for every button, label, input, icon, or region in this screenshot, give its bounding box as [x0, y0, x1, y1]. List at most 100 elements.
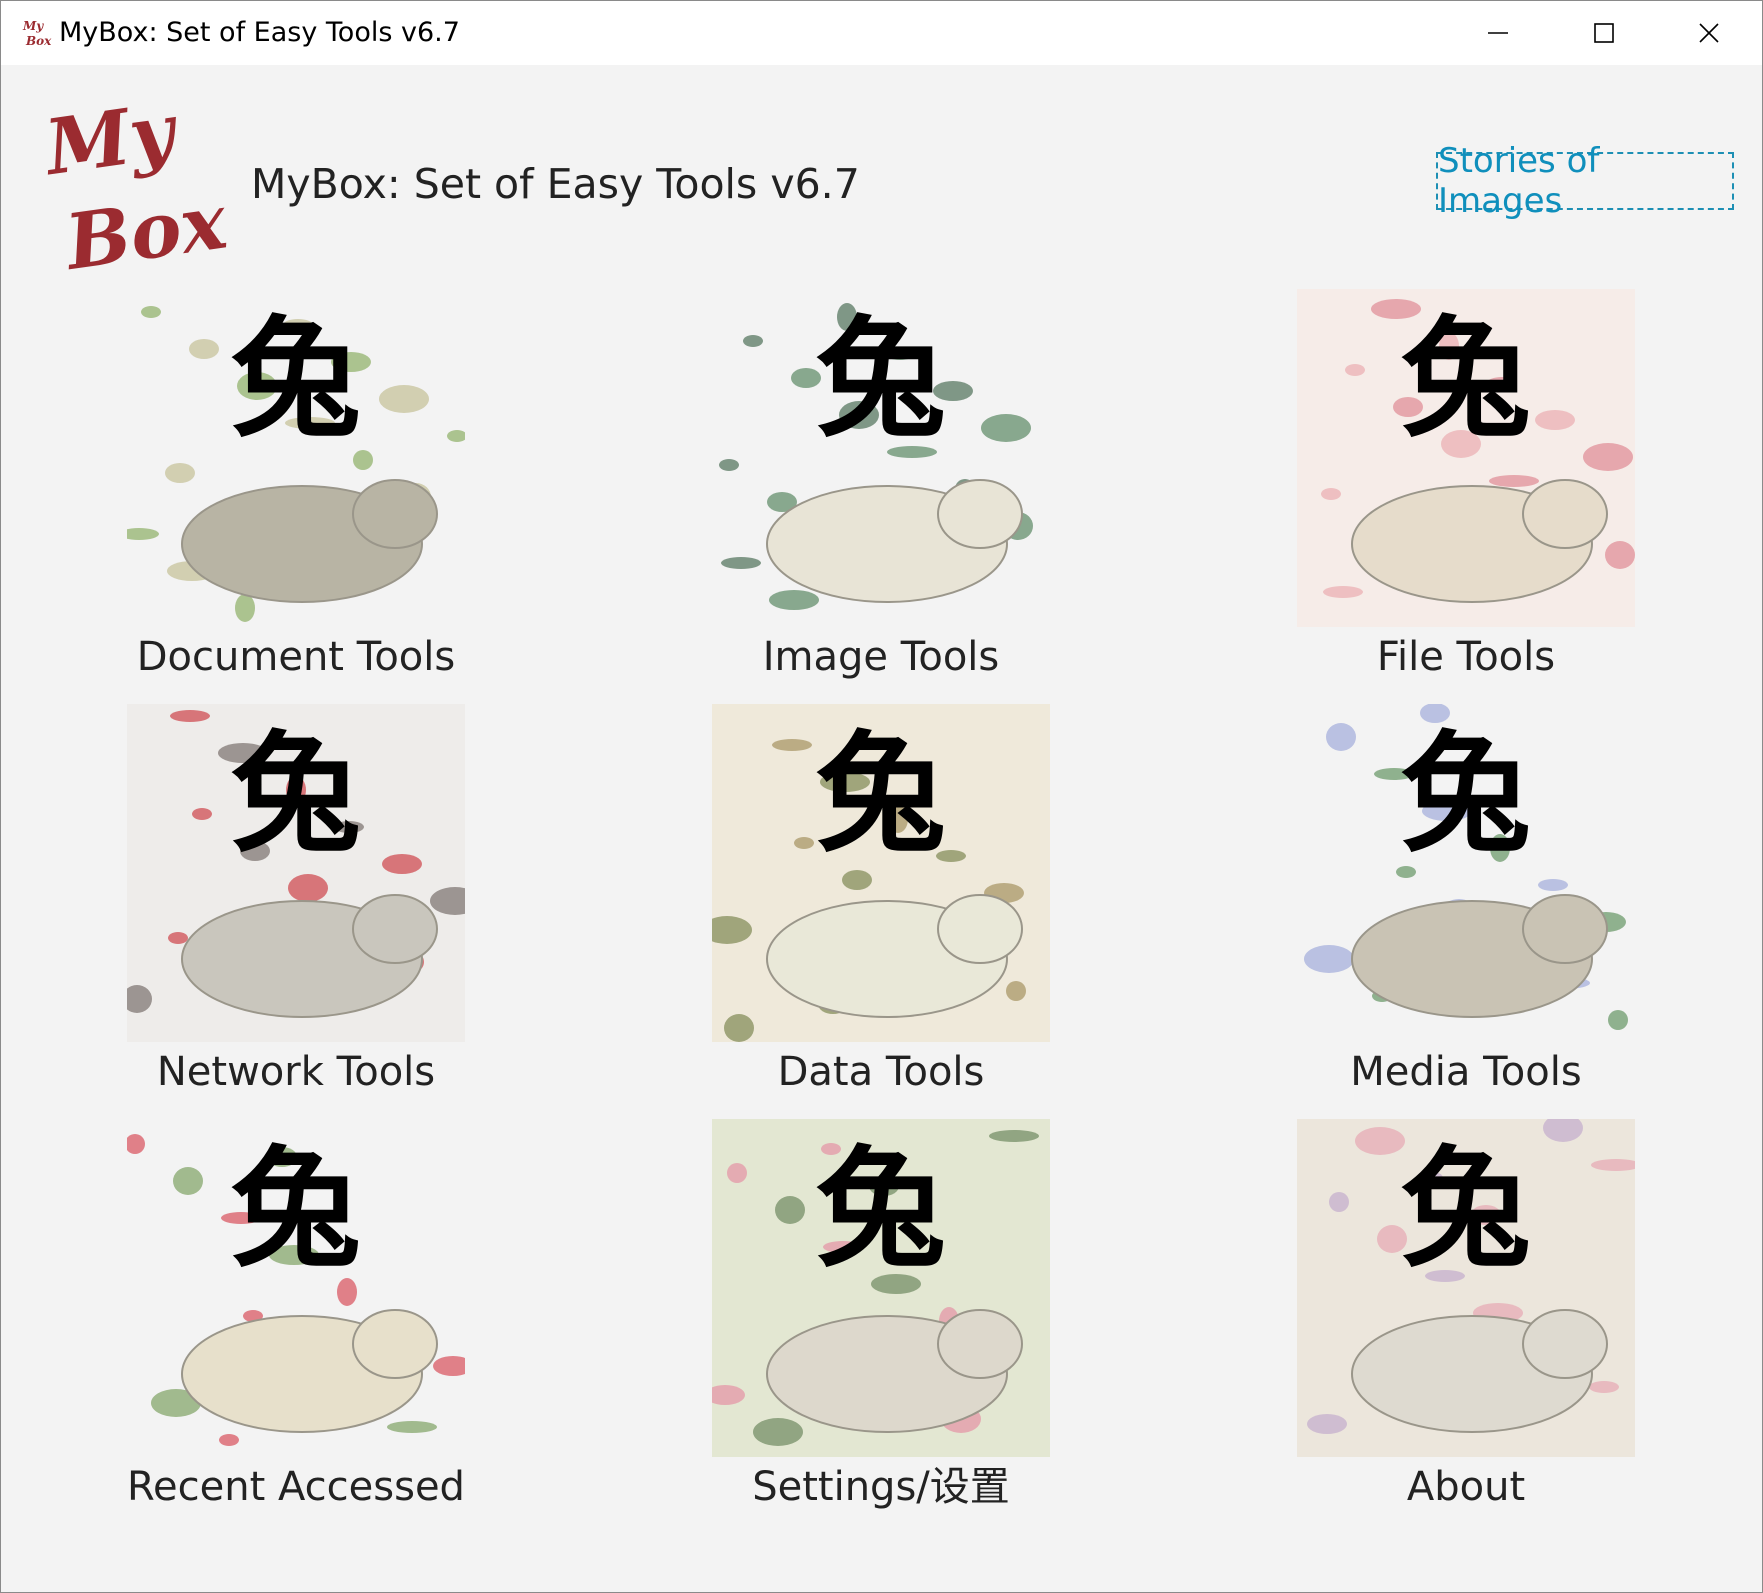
decor-leaf — [1307, 1414, 1347, 1434]
tool-tile-recent-accessed[interactable]: 兔 Recent Accessed — [36, 1119, 556, 1524]
tool-image: 兔 — [127, 1119, 465, 1457]
decor-leaf — [981, 414, 1031, 442]
decor-leaf — [170, 710, 210, 722]
tool-image: 兔 — [127, 289, 465, 627]
decor-leaf — [219, 1434, 239, 1446]
tool-image: 兔 — [1297, 1119, 1635, 1457]
tool-image: 兔 — [1297, 704, 1635, 1042]
decor-leaf — [1355, 1127, 1405, 1155]
decor-leaf — [288, 874, 328, 902]
tool-image: 兔 — [127, 704, 465, 1042]
decor-leaf — [189, 339, 219, 359]
minimize-button[interactable] — [1446, 1, 1550, 65]
tool-label: Data Tools — [777, 1049, 985, 1095]
tool-tile-about[interactable]: 兔 About — [1206, 1119, 1726, 1524]
svg-text:Box: Box — [25, 34, 52, 48]
decor-leaf — [1589, 1381, 1619, 1393]
maximize-icon — [1594, 23, 1614, 43]
calligraphy-rabbit-glyph: 兔 — [231, 303, 361, 455]
tool-label: About — [1406, 1464, 1526, 1510]
calligraphy-rabbit-glyph: 兔 — [231, 1133, 361, 1285]
calligraphy-rabbit-glyph: 兔 — [816, 1133, 946, 1285]
decor-leaf — [192, 808, 212, 820]
tool-label: Media Tools — [1350, 1049, 1582, 1095]
jade-rabbit-head — [1522, 894, 1608, 964]
decor-leaf — [168, 932, 188, 944]
calligraphy-rabbit-glyph: 兔 — [816, 303, 946, 455]
svg-text:My: My — [22, 19, 44, 33]
jade-rabbit-head — [1522, 1309, 1608, 1379]
decor-leaf — [727, 1163, 747, 1183]
tool-tile-file-tools[interactable]: 兔 File Tools — [1206, 289, 1726, 694]
decor-leaf — [724, 1014, 754, 1042]
decor-leaf — [1489, 475, 1539, 487]
calligraphy-rabbit-glyph: 兔 — [1401, 718, 1531, 870]
decor-leaf — [719, 459, 739, 471]
tool-label: Image Tools — [762, 634, 1000, 680]
decor-leaf — [1538, 879, 1568, 891]
jade-rabbit-head — [1522, 479, 1608, 549]
jade-rabbit-head — [937, 1309, 1023, 1379]
decor-leaf — [387, 1421, 437, 1433]
decor-leaf — [1608, 1010, 1628, 1030]
decor-leaf — [794, 837, 814, 849]
decor-leaf — [1583, 443, 1633, 471]
tool-image: 兔 — [1297, 289, 1635, 627]
tool-tile-settings[interactable]: 兔 Settings/设置 — [621, 1119, 1141, 1524]
window-title: MyBox: Set of Easy Tools v6.7 — [59, 17, 460, 48]
decor-leaf — [1304, 945, 1354, 973]
calligraphy-rabbit-glyph: 兔 — [1401, 1133, 1531, 1285]
decor-leaf — [235, 594, 255, 622]
stories-of-images-link[interactable]: Stories of Images — [1436, 141, 1734, 221]
tool-tile-data-tools[interactable]: 兔 Data Tools — [621, 704, 1141, 1109]
minimize-icon — [1488, 32, 1508, 34]
calligraphy-rabbit-glyph: 兔 — [1401, 303, 1531, 455]
decor-leaf — [753, 1418, 803, 1446]
jade-rabbit-head — [937, 894, 1023, 964]
decor-leaf — [379, 385, 429, 413]
decor-leaf — [141, 306, 161, 318]
decor-leaf — [772, 739, 812, 751]
app-heading: MyBox: Set of Easy Tools v6.7 — [251, 160, 860, 208]
decor-leaf — [842, 870, 872, 890]
title-bar: My Box MyBox: Set of Easy Tools v6.7 — [1, 1, 1762, 65]
close-button[interactable] — [1657, 1, 1761, 65]
jade-rabbit-head — [937, 479, 1023, 549]
maximize-button[interactable] — [1552, 1, 1656, 65]
decor-leaf — [1006, 981, 1026, 1001]
decor-leaf — [1535, 410, 1575, 430]
decor-leaf — [1326, 723, 1356, 751]
decor-leaf — [1605, 541, 1635, 569]
tool-image: 兔 — [712, 1119, 1050, 1457]
decor-leaf — [1321, 488, 1341, 500]
decor-leaf — [165, 463, 195, 483]
decor-leaf — [721, 557, 761, 569]
jade-rabbit-head — [352, 479, 438, 549]
jade-rabbit-head — [352, 1309, 438, 1379]
decor-leaf — [173, 1167, 203, 1195]
decor-leaf — [1345, 364, 1365, 376]
tool-tile-document-tools[interactable]: 兔 Document Tools — [36, 289, 556, 694]
tool-tile-network-tools[interactable]: 兔 Network Tools — [36, 704, 556, 1109]
decor-leaf — [769, 590, 819, 610]
calligraphy-rabbit-glyph: 兔 — [816, 718, 946, 870]
tool-image: 兔 — [712, 289, 1050, 627]
app-window: My Box MyBox: Set of Easy Tools v6.7 My … — [0, 0, 1763, 1593]
tool-tile-media-tools[interactable]: 兔 Media Tools — [1206, 704, 1726, 1109]
tool-label: Recent Accessed — [127, 1464, 465, 1510]
tool-label: File Tools — [1376, 634, 1556, 680]
decor-leaf — [743, 335, 763, 347]
decor-leaf — [1329, 1192, 1349, 1212]
tool-label: Network Tools — [156, 1049, 436, 1095]
decor-leaf — [382, 854, 422, 874]
decor-leaf — [775, 1196, 805, 1224]
tool-image: 兔 — [712, 704, 1050, 1042]
calligraphy-rabbit-glyph: 兔 — [231, 718, 361, 870]
decor-leaf — [989, 1130, 1039, 1142]
decor-leaf — [1323, 586, 1363, 598]
jade-rabbit-head — [352, 894, 438, 964]
tool-label: Settings/设置 — [752, 1464, 1010, 1510]
close-icon — [1699, 23, 1719, 43]
svg-text:My: My — [41, 89, 184, 193]
tool-tile-image-tools[interactable]: 兔 Image Tools — [621, 289, 1141, 694]
